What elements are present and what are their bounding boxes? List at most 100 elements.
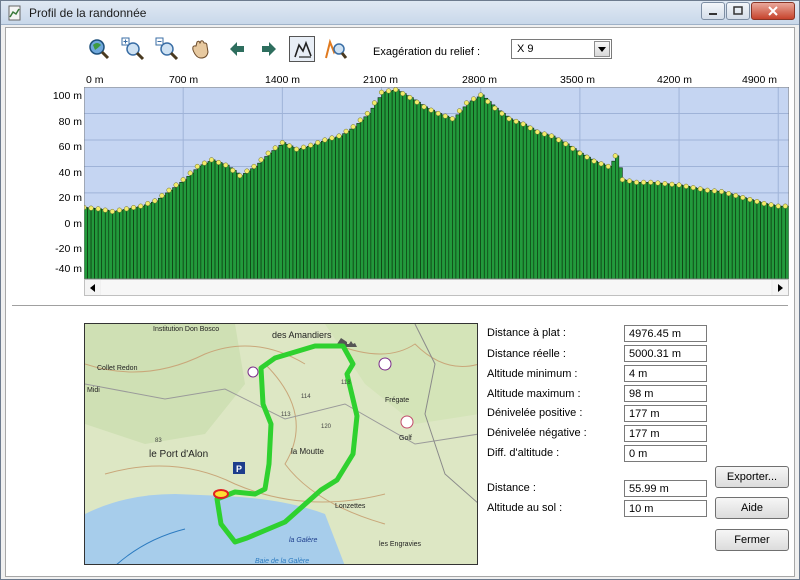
profile-bar — [597, 162, 602, 279]
profile-bar — [274, 147, 280, 279]
profile-bar — [678, 184, 683, 279]
zoom-out-button[interactable] — [154, 36, 180, 62]
minimize-button[interactable] — [701, 2, 725, 20]
profile-point — [109, 208, 115, 215]
profile-bar — [717, 190, 722, 279]
profile-point — [272, 145, 278, 151]
profile-bar — [547, 134, 552, 279]
map-label: Institution Don Bosco — [153, 326, 219, 333]
profile-bar — [579, 152, 584, 279]
profile-point — [704, 187, 710, 193]
elevation-profile-chart[interactable] — [84, 87, 789, 279]
profile-bar — [668, 183, 673, 279]
profile-bar — [384, 91, 389, 279]
profile-bar — [391, 90, 396, 279]
profile-point — [251, 163, 257, 169]
real-distance-label: Distance réelle : — [487, 348, 566, 360]
profile-bar — [710, 190, 715, 279]
title-bar[interactable]: Profil de la randonnée — [1, 1, 799, 25]
profile-bar — [554, 137, 559, 279]
profile-bar — [200, 164, 205, 279]
dropdown-button[interactable] — [594, 41, 610, 57]
profile-bar — [101, 209, 106, 279]
profile-point — [152, 198, 158, 204]
profile-scrollbar[interactable] — [84, 279, 789, 296]
profile-bar — [374, 102, 379, 279]
profile-bar — [731, 194, 737, 279]
zoom-in-button[interactable] — [120, 36, 146, 62]
zoom-extent-button[interactable] — [86, 36, 112, 62]
profile-bar — [572, 148, 577, 279]
profile-bar — [306, 145, 311, 279]
profile-point — [478, 92, 484, 98]
profile-bar — [257, 162, 262, 279]
profile-bar — [126, 208, 131, 279]
profile-point — [513, 118, 519, 124]
scroll-right-button[interactable] — [773, 280, 788, 295]
exaggeration-select[interactable]: X 9 — [511, 39, 612, 59]
next-button[interactable] — [256, 36, 282, 62]
profile-bar — [207, 161, 212, 279]
profile-bar — [657, 182, 662, 279]
altitude-min-value: 4 m — [624, 365, 707, 382]
y-tick-label: 100 m — [52, 90, 82, 102]
profile-point — [619, 177, 625, 183]
profile-point — [102, 207, 108, 213]
profile-point — [421, 104, 427, 110]
profile-bar — [639, 182, 644, 279]
export-button[interactable]: Exporter... — [715, 466, 789, 488]
profile-point — [570, 146, 576, 152]
profile-point — [768, 202, 774, 208]
profile-bar — [211, 159, 216, 279]
profile-bar — [625, 180, 630, 279]
profile-bar — [692, 187, 698, 279]
profile-bar — [632, 181, 637, 279]
profile-point — [244, 168, 250, 174]
profile-bar — [370, 107, 375, 279]
profile-bar — [310, 144, 315, 279]
profile-mode-button[interactable] — [289, 36, 315, 62]
profile-point — [492, 105, 498, 111]
x-tick-label: 1400 m — [265, 74, 301, 86]
profile-bar — [643, 182, 648, 279]
profile-point — [201, 160, 207, 166]
close-window-button[interactable] — [751, 2, 795, 20]
profile-bar — [296, 148, 301, 279]
help-button[interactable]: Aide — [715, 497, 789, 519]
profile-mode-icon — [294, 40, 312, 58]
profile-bar — [568, 145, 574, 279]
profile-bar — [653, 182, 659, 279]
scroll-thumb[interactable] — [101, 280, 771, 295]
profile-bar — [112, 211, 117, 279]
pan-button[interactable] — [188, 36, 214, 62]
profile-bar — [158, 197, 163, 279]
profile-bar — [154, 200, 159, 279]
previous-button[interactable] — [224, 36, 250, 62]
profile-point — [726, 191, 732, 197]
profile-point — [350, 124, 356, 130]
profile-bar — [324, 139, 329, 279]
profile-point — [237, 173, 243, 179]
maximize-button[interactable] — [726, 2, 750, 20]
profile-bar — [437, 113, 443, 279]
profile-bar — [682, 185, 687, 279]
zoom-profile-button[interactable] — [323, 36, 349, 62]
profile-bar — [774, 205, 779, 279]
profile-bar — [512, 119, 517, 279]
profile-bar — [455, 114, 460, 279]
triangle-left-icon — [90, 284, 95, 292]
profile-bar — [303, 146, 308, 279]
profile-bar — [97, 208, 103, 279]
exaggeration-label: Exagération du relief : — [373, 46, 481, 58]
profile-point — [499, 110, 505, 117]
profile-bar — [430, 109, 435, 279]
close-button[interactable]: Fermer — [715, 529, 789, 551]
scroll-left-button[interactable] — [85, 280, 100, 295]
profile-point — [506, 116, 512, 122]
profile-bar — [416, 101, 421, 279]
profile-point — [293, 146, 300, 152]
profile-bar — [108, 210, 113, 279]
map-label: Baie de la Galère — [255, 558, 309, 565]
route-map[interactable]: P des Amandiers Institution Don Bosco Co… — [84, 323, 478, 565]
profile-bar — [522, 123, 528, 279]
